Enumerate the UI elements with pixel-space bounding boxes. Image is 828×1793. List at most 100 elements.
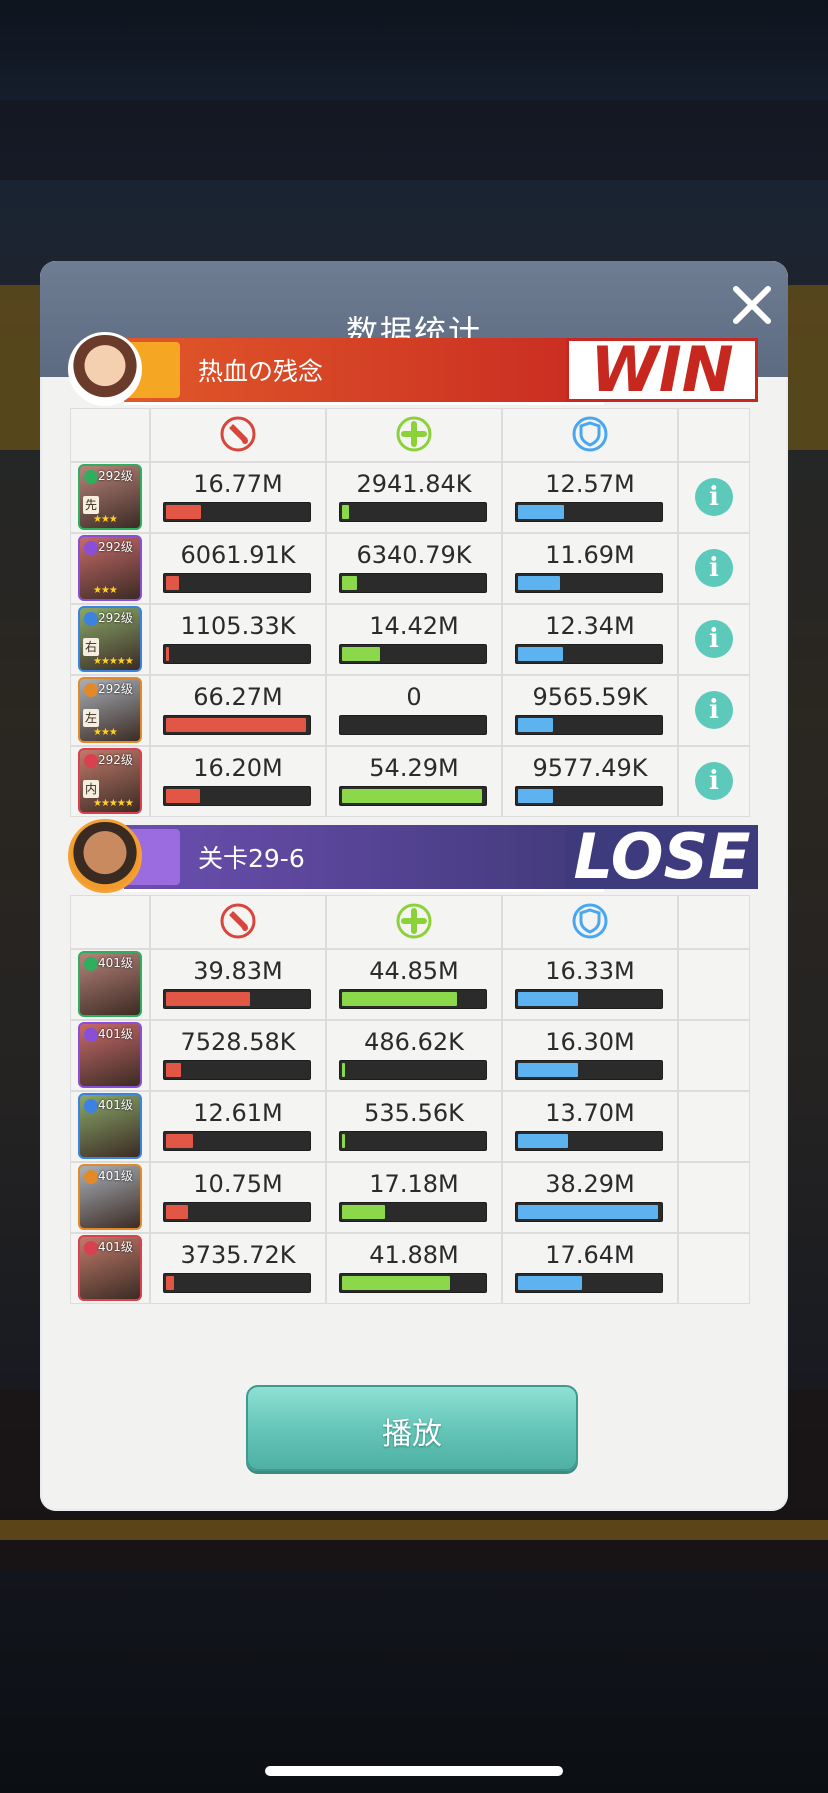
heal-value: 486.62K — [364, 1028, 464, 1056]
damage-bar-fill — [166, 1063, 181, 1077]
damage-bar — [163, 644, 311, 664]
team-banner-win: 热血の残念 — [124, 338, 604, 405]
close-button[interactable] — [728, 281, 776, 329]
hero-portrait[interactable]: 401级 — [78, 951, 142, 1017]
heal-bar-fill — [342, 1276, 450, 1290]
team-name: 关卡29-6 — [198, 844, 305, 873]
defense-bar-fill — [518, 505, 564, 519]
damage-value: 16.20M — [193, 754, 283, 782]
damage-value: 1105.33K — [180, 612, 296, 640]
damage-bar-fill — [166, 789, 200, 803]
heal-bar-fill — [342, 1063, 345, 1077]
hero-position-tag: 先 — [83, 496, 99, 514]
player-avatar[interactable] — [68, 332, 142, 406]
defense-bar — [515, 989, 663, 1009]
damage-bar — [163, 1202, 311, 1222]
stat-cell — [678, 1020, 750, 1091]
defense-bar — [515, 502, 663, 522]
heal-value: 44.85M — [369, 957, 459, 985]
hero-portrait[interactable]: 401级 — [78, 1093, 142, 1159]
info-button[interactable]: i — [695, 691, 733, 729]
defense-bar-fill — [518, 1276, 582, 1290]
stat-cell — [678, 1162, 750, 1233]
hero-level: 292级 — [98, 469, 133, 483]
damage-bar — [163, 573, 311, 593]
info-button[interactable]: i — [695, 620, 733, 658]
hero-level: 401级 — [98, 1169, 133, 1183]
damage-bar-fill — [166, 505, 201, 519]
heal-bar — [339, 1131, 487, 1151]
defense-value: 38.29M — [545, 1170, 635, 1198]
header-cell — [678, 895, 750, 949]
heal-bar-fill — [342, 992, 457, 1006]
hero-level: 401级 — [98, 1098, 133, 1112]
faction-icon — [84, 1241, 98, 1255]
heal-bar-fill — [342, 1205, 385, 1219]
defense-bar-fill — [518, 718, 553, 732]
hero-level: 401级 — [98, 956, 133, 970]
info-button[interactable]: i — [695, 549, 733, 587]
lose-badge: LOSE — [566, 825, 758, 889]
stat-cell — [678, 949, 750, 1020]
heal-value: 6340.79K — [356, 541, 472, 569]
heal-value: 14.42M — [369, 612, 459, 640]
damage-bar-fill — [166, 718, 306, 732]
battle-stats-panel: 数据统计 热血の残念 WIN 292级先 ★★★ 16.77M 2941.84K 12.57… — [40, 261, 788, 1511]
damage-bar-fill — [166, 992, 250, 1006]
info-button[interactable]: i — [695, 762, 733, 800]
defense-value: 12.34M — [545, 612, 635, 640]
hero-portrait[interactable]: 292级先 ★★★ — [78, 464, 142, 530]
defense-bar-fill — [518, 1063, 578, 1077]
damage-bar — [163, 715, 311, 735]
damage-bar-fill — [166, 1276, 174, 1290]
heal-bar-fill — [342, 789, 482, 803]
play-button[interactable]: 播放 — [246, 1385, 578, 1471]
win-badge: WIN — [566, 338, 758, 402]
hero-level: 401级 — [98, 1240, 133, 1254]
hero-portrait[interactable]: 292级右 ★★★★★ — [78, 606, 142, 672]
damage-value: 39.83M — [193, 957, 283, 985]
heal-bar — [339, 1060, 487, 1080]
faction-icon — [84, 957, 98, 971]
home-indicator[interactable] — [265, 1766, 563, 1776]
damage-bar-fill — [166, 1134, 193, 1148]
defense-bar — [515, 644, 663, 664]
hero-portrait[interactable]: 292级内 ★★★★★ — [78, 748, 142, 814]
hero-portrait[interactable]: 401级 — [78, 1164, 142, 1230]
heal-value: 54.29M — [369, 754, 459, 782]
defense-value: 9565.59K — [532, 683, 648, 711]
stat-cell — [678, 1233, 750, 1304]
hero-level: 292级 — [98, 753, 133, 767]
sword-slash-icon — [218, 414, 258, 454]
defense-value: 16.30M — [545, 1028, 635, 1056]
heal-bar — [339, 644, 487, 664]
hero-stars: ★★★ — [93, 585, 118, 596]
hero-portrait[interactable]: 401级 — [78, 1235, 142, 1301]
damage-bar — [163, 786, 311, 806]
heal-bar — [339, 989, 487, 1009]
hero-level: 401级 — [98, 1027, 133, 1041]
hero-position-tag: 内 — [83, 780, 99, 798]
hero-stars: ★★★ — [93, 514, 118, 525]
faction-icon — [84, 1170, 98, 1184]
defense-bar — [515, 573, 663, 593]
stat-cell — [678, 1091, 750, 1162]
defense-value: 12.57M — [545, 470, 635, 498]
sword-slash-icon — [218, 901, 258, 941]
hero-portrait[interactable]: 292级 ★★★ — [78, 535, 142, 601]
heal-bar-fill — [342, 647, 380, 661]
hero-stars: ★★★★★ — [93, 656, 134, 667]
play-button-label: 播放 — [382, 1417, 442, 1452]
defense-bar-fill — [518, 1205, 658, 1219]
damage-bar — [163, 1131, 311, 1151]
info-button[interactable]: i — [695, 478, 733, 516]
faction-icon — [84, 1099, 98, 1113]
hero-level: 292级 — [98, 682, 133, 696]
enemy-avatar[interactable] — [68, 819, 142, 893]
defense-value: 11.69M — [545, 541, 635, 569]
hero-portrait[interactable]: 401级 — [78, 1022, 142, 1088]
hero-portrait[interactable]: 292级左 ★★★ — [78, 677, 142, 743]
heal-bar-fill — [342, 1134, 345, 1148]
defense-bar — [515, 1131, 663, 1151]
defense-bar-fill — [518, 576, 560, 590]
